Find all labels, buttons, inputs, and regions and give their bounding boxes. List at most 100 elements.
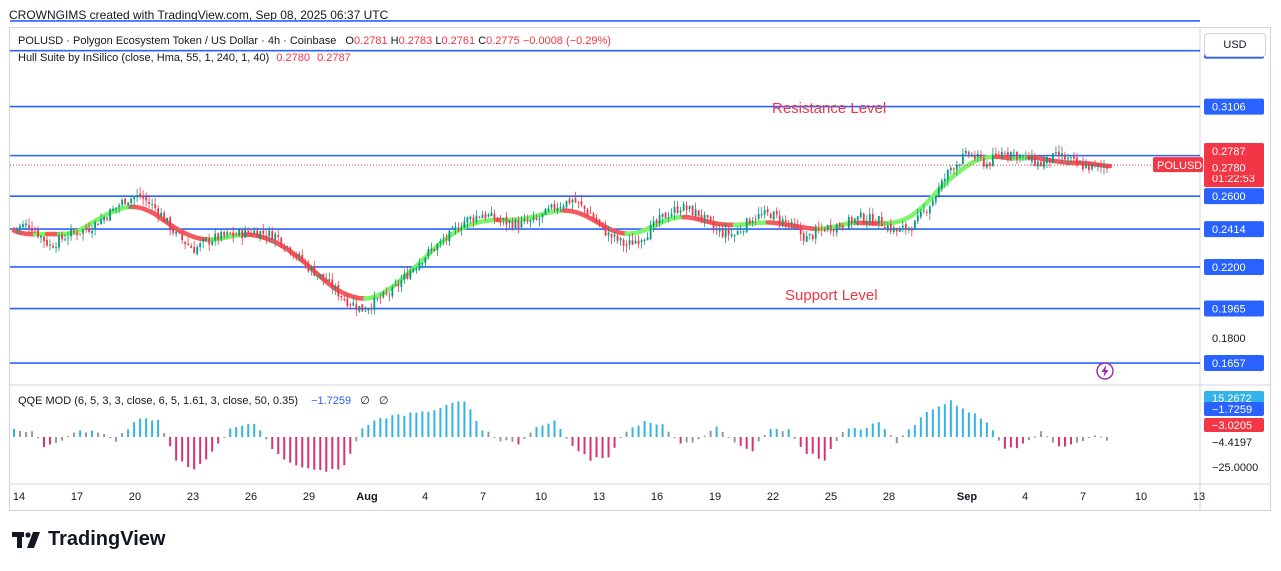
qqe-bar xyxy=(889,435,892,437)
candle-body xyxy=(70,229,72,237)
candle-body xyxy=(430,249,433,251)
qqe-bar xyxy=(97,432,100,437)
candle-body xyxy=(820,228,823,230)
candle-body xyxy=(679,210,682,213)
qqe-bar xyxy=(187,437,190,468)
hull-tag-label: 0.2787 xyxy=(1212,146,1246,158)
candle-body xyxy=(1049,158,1051,163)
qqe-bar xyxy=(979,418,982,437)
qqe-bar xyxy=(805,437,808,454)
qqe-bar xyxy=(361,428,364,437)
candle-body xyxy=(808,233,811,236)
level-tag-label: 0.3106 xyxy=(1212,102,1246,114)
candle-body xyxy=(277,234,280,237)
qqe-bar xyxy=(121,433,124,437)
qqe-bar xyxy=(1105,437,1108,441)
qqe-bar xyxy=(709,430,712,437)
qqe-bar xyxy=(355,437,358,442)
qqe-bar xyxy=(277,437,280,455)
candle-body xyxy=(736,231,739,235)
ohlc-open-label: O xyxy=(345,35,354,47)
time-axis-tick: 26 xyxy=(245,491,257,503)
candle-body xyxy=(595,217,598,222)
qqe-bar xyxy=(319,437,322,471)
candle-body xyxy=(439,241,442,243)
candle-body xyxy=(382,292,385,298)
qqe-bar xyxy=(409,412,412,437)
qqe-bar xyxy=(217,437,220,444)
candle-body xyxy=(1019,154,1021,159)
candle-body xyxy=(1067,157,1069,160)
candle-body xyxy=(181,234,184,240)
candle-body xyxy=(994,153,997,156)
qqe-bar xyxy=(571,437,574,446)
candle-body xyxy=(1085,164,1087,169)
candle-body xyxy=(841,225,844,229)
tradingview-brand[interactable]: TradingView xyxy=(12,528,165,551)
candle-body xyxy=(847,217,850,229)
qqe-bar xyxy=(181,437,184,462)
candle-body xyxy=(784,220,787,222)
candle-body xyxy=(346,298,349,306)
candle-body xyxy=(88,228,90,232)
candle-body xyxy=(43,236,45,242)
qqe-bar xyxy=(973,413,976,437)
candle-body xyxy=(472,217,475,222)
time-axis-tick: Sep xyxy=(957,491,977,503)
qqe-bar xyxy=(589,437,592,461)
candle-body xyxy=(925,211,928,213)
hull-legend[interactable]: Hull Suite by InSilico (close, Hma, 55, … xyxy=(18,52,351,64)
qqe-bar xyxy=(781,431,784,437)
candle-body xyxy=(721,230,724,237)
support-annotation: Support Level xyxy=(785,287,878,304)
qqe-legend[interactable]: QQE MOD (6, 5, 3, 3, close, 6, 5, 1.61, … xyxy=(18,394,388,407)
qqe-bar xyxy=(433,410,436,437)
candle-body xyxy=(1010,152,1012,157)
qqe-bar xyxy=(229,428,232,437)
qqe-bar xyxy=(745,437,748,449)
candle-body xyxy=(604,225,607,236)
lightning-icon[interactable] xyxy=(1096,362,1114,380)
candlestick-chart[interactable]: 0.34220.31060.28290.26000.24140.22000.19… xyxy=(0,0,1281,571)
candle-body xyxy=(964,150,967,154)
qqe-bar xyxy=(421,411,424,437)
candle-body xyxy=(385,292,388,294)
qqe-bar xyxy=(493,437,496,438)
qqe-bar xyxy=(517,437,520,445)
qqe-bar xyxy=(565,437,568,439)
candle-body xyxy=(529,219,532,222)
candle-body xyxy=(454,226,457,229)
candle-body xyxy=(310,266,313,271)
candle-body xyxy=(61,234,63,240)
candle-body xyxy=(772,211,775,220)
candle-body xyxy=(37,229,39,238)
candle-body xyxy=(187,243,190,245)
candle-body xyxy=(79,233,81,235)
candle-body xyxy=(1022,155,1024,157)
candle-body xyxy=(988,162,991,166)
candle-body xyxy=(412,269,415,272)
candle-body xyxy=(742,231,745,233)
qqe-bar xyxy=(193,437,196,470)
qqe-bar xyxy=(847,428,850,437)
candle-body xyxy=(523,219,526,221)
candle-body xyxy=(67,237,69,239)
candle-body xyxy=(532,217,535,221)
qqe-bar xyxy=(673,437,676,438)
qqe-bar xyxy=(487,431,490,437)
qqe-bar xyxy=(289,437,292,463)
qqe-bar xyxy=(211,437,214,452)
qqe-bar xyxy=(913,424,916,437)
qqe-bar xyxy=(937,406,940,437)
candle-body xyxy=(139,193,142,197)
candle-body xyxy=(295,255,298,258)
candle-body xyxy=(1088,163,1090,171)
time-axis-tick: 10 xyxy=(1135,491,1147,503)
symbol-legend[interactable]: POLUSD · Polygon Ecosystem Token / US Do… xyxy=(18,35,611,47)
candle-body xyxy=(874,223,877,225)
qqe-bar xyxy=(895,437,898,444)
currency-button[interactable]: USD xyxy=(1204,33,1266,57)
candle-body xyxy=(550,204,553,208)
candle-body xyxy=(682,203,685,211)
qqe-bar xyxy=(859,429,862,437)
